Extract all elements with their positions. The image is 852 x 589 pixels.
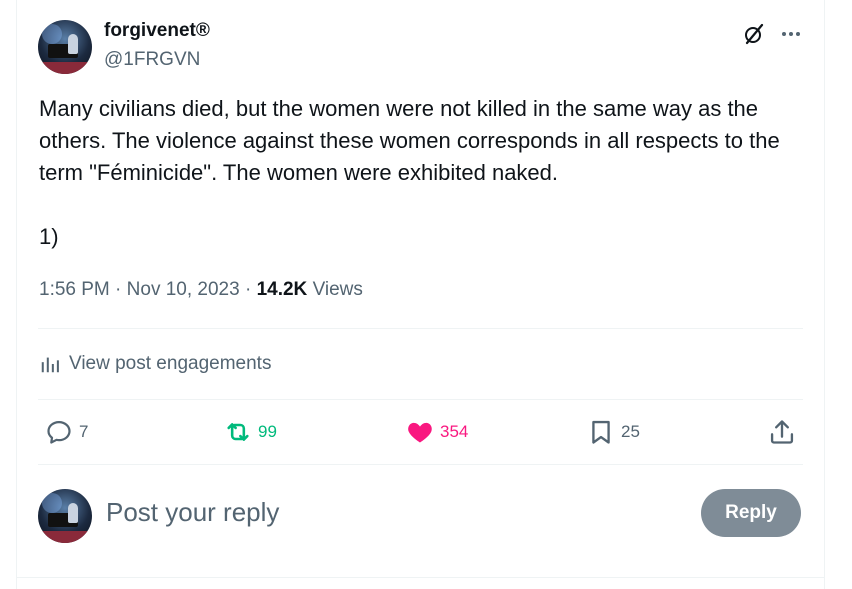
reply-count: 7 (79, 422, 89, 441)
author-display-name[interactable]: forgivenet® (104, 20, 210, 42)
repost-action[interactable]: 99 (224, 417, 277, 447)
post-meta: 1:56 PM · Nov 10, 2023 · 14.2K Views (39, 279, 363, 301)
post-text: Many civilians died, but the women were … (39, 93, 809, 253)
analytics-icon (41, 357, 59, 373)
bookmark-count: 25 (621, 422, 640, 441)
reply-button[interactable]: Reply (701, 489, 801, 537)
meta-separator: · (115, 279, 122, 300)
views-label: Views (312, 279, 363, 300)
more-icon[interactable] (779, 22, 803, 46)
like-icon (408, 422, 432, 443)
divider (38, 399, 803, 400)
repost-count: 99 (258, 422, 277, 441)
post-date[interactable]: Nov 10, 2023 (127, 279, 240, 300)
views-count: 14.2K (256, 279, 308, 300)
repost-icon (227, 423, 249, 441)
post-time[interactable]: 1:56 PM (39, 279, 110, 300)
bookmark-icon (592, 420, 610, 444)
divider (38, 464, 803, 465)
like-action[interactable]: 354 (406, 417, 468, 447)
divider (38, 328, 803, 329)
reply-avatar (38, 489, 92, 543)
reply-action[interactable]: 7 (45, 417, 88, 447)
bookmark-action[interactable]: 25 (587, 417, 640, 447)
reply-input[interactable]: Post your reply (106, 497, 279, 528)
view-engagements-link[interactable]: View post engagements (39, 350, 271, 378)
author-handle[interactable]: @1FRGVN (104, 49, 200, 71)
engagements-label: View post engagements (69, 353, 272, 374)
divider (16, 577, 825, 578)
post-paragraph: Many civilians died, but the women were … (39, 96, 780, 185)
share-icon (770, 420, 794, 444)
meta-separator: · (244, 279, 252, 300)
share-action[interactable] (768, 417, 802, 447)
reply-icon (47, 420, 71, 444)
author-avatar[interactable] (38, 20, 92, 74)
like-count: 354 (440, 422, 469, 441)
grok-icon[interactable] (742, 22, 766, 46)
post-paragraph: 1) (39, 224, 59, 249)
